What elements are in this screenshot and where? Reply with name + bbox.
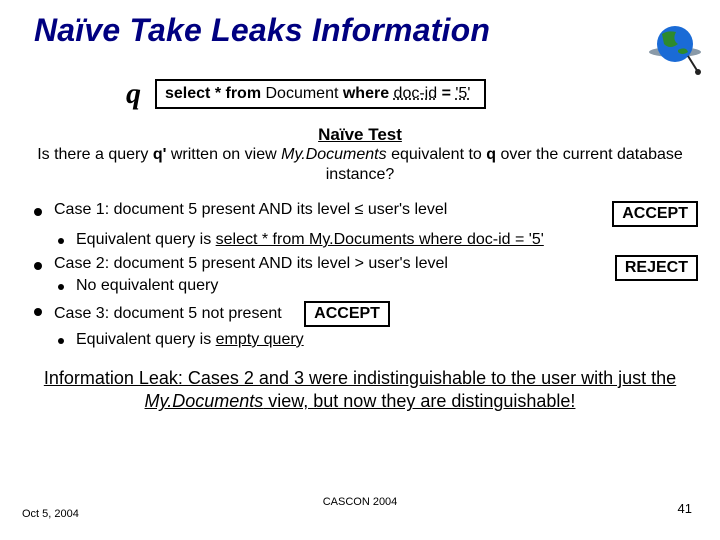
case-2-text: Case 2: document 5 present AND its level… — [54, 255, 603, 273]
q-pre: select * from — [165, 85, 265, 102]
nt-p1: Is there a query — [37, 146, 153, 163]
c3-sub-u: empty query — [216, 331, 304, 348]
nt-view: My.Documents — [281, 146, 387, 163]
case-2: Case 2: document 5 present AND its level… — [28, 255, 698, 295]
leak-p2: view, but now they are distinguishable! — [263, 391, 575, 411]
q-label: q — [126, 77, 141, 111]
q-tbl: Document — [265, 85, 338, 102]
c1-sub-u: select * from My.Documents where doc-id … — [216, 231, 544, 248]
reject-badge: REJECT — [615, 255, 698, 281]
leak-view: My.Documents — [145, 391, 264, 411]
q-eq: = — [437, 85, 455, 102]
naive-test-body: Is there a query q' written on view My.D… — [0, 145, 720, 185]
q-mid: where — [338, 85, 393, 102]
case-2-sub: No equivalent query — [54, 277, 603, 295]
query-box: select * from Document where doc-id = '5… — [155, 79, 486, 109]
information-leak: Information Leak: Cases 2 and 3 were ind… — [0, 367, 720, 414]
case-list: Case 1: document 5 present AND its level… — [0, 201, 720, 349]
naive-test-heading: Naïve Test — [0, 125, 720, 145]
case-1-text: Case 1: document 5 present AND its level… — [54, 201, 600, 219]
accept-badge: ACCEPT — [612, 201, 698, 227]
q-cond-l: doc-id — [394, 85, 438, 102]
q-cond-r: '5' — [455, 85, 470, 102]
c1-sub-pre: Equivalent query is — [76, 231, 216, 248]
nt-p2: written on view — [166, 146, 281, 163]
nt-qref: q — [486, 146, 496, 163]
query-row: q select * from Document where doc-id = … — [126, 77, 720, 111]
case-1-sub: Equivalent query is select * from My.Doc… — [54, 231, 698, 249]
nt-qprime: q' — [153, 146, 167, 163]
case-1: Case 1: document 5 present AND its level… — [28, 201, 698, 249]
page-title: Naïve Take Leaks Information — [0, 0, 720, 49]
case-3: Case 3: document 5 not present ACCEPT Eq… — [28, 301, 698, 349]
c3-sub-pre: Equivalent query is — [76, 331, 216, 348]
case-3-text: Case 3: document 5 not present — [54, 305, 282, 322]
globe-icon — [648, 22, 702, 76]
footer-page-number: 41 — [678, 501, 692, 516]
nt-p3: equivalent to — [387, 146, 487, 163]
case-3-sub: Equivalent query is empty query — [54, 331, 698, 349]
footer-date: Oct 5, 2004 — [22, 508, 79, 520]
accept-badge-2: ACCEPT — [304, 301, 390, 327]
footer-conference: CASCON 2004 — [0, 496, 720, 508]
leak-p1: Information Leak: Cases 2 and 3 were ind… — [44, 368, 676, 388]
